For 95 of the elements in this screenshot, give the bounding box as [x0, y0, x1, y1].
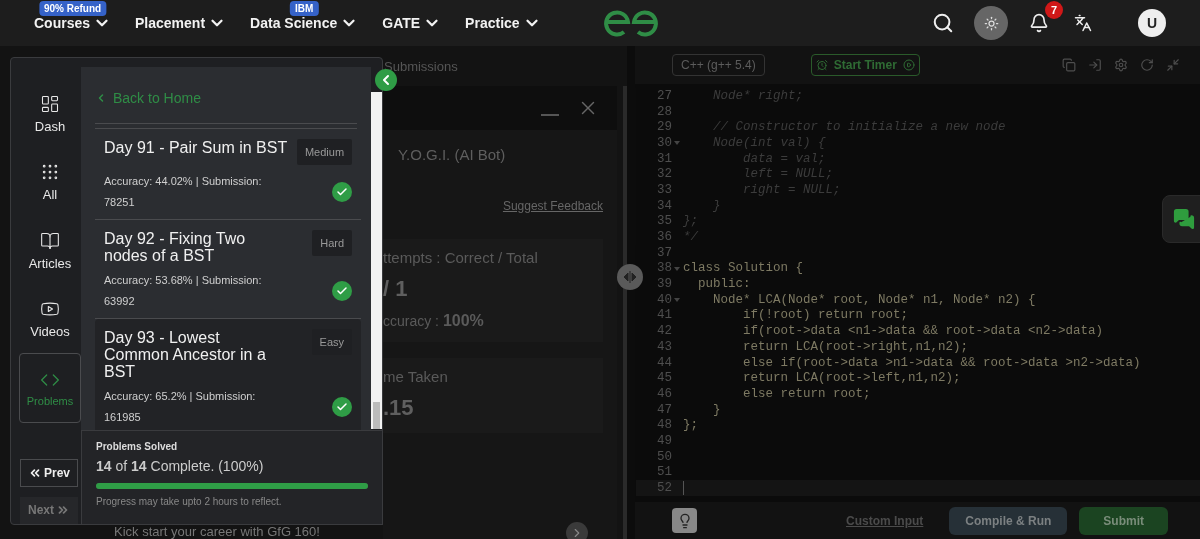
chat-button[interactable]: [1162, 195, 1200, 243]
line-number: 28: [656, 104, 672, 119]
play-icon: [902, 59, 915, 71]
import-icon[interactable]: [1088, 58, 1102, 72]
card-value: .15: [383, 395, 415, 421]
theme-toggle[interactable]: [974, 6, 1008, 40]
progress-title: Problems Solved: [96, 441, 179, 452]
code-line: }: [712, 198, 721, 213]
fold-icon[interactable]: [674, 298, 680, 303]
sidebar-item[interactable]: Videos: [19, 284, 81, 354]
line-number: 51: [656, 465, 672, 480]
problem-stats: Accuracy: 44.02% | Submission: 78251: [104, 174, 263, 210]
line-number: 35: [656, 214, 672, 229]
line-number: 52: [656, 481, 672, 496]
line-number: 27: [656, 88, 672, 103]
line-number: 40: [656, 292, 672, 307]
line-number: 46: [656, 386, 672, 401]
chat-icon: [1173, 208, 1195, 230]
code-line: */: [683, 230, 698, 245]
line-number: 41: [656, 308, 672, 323]
line-number: 30: [656, 135, 672, 150]
card-sub: ccuracy : 100%: [383, 312, 485, 330]
code-line: class Solution {: [683, 261, 804, 276]
line-number: 29: [656, 120, 672, 135]
play-icon: [40, 299, 60, 319]
line-number: 45: [656, 371, 672, 386]
line-number: 42: [656, 324, 672, 339]
code-line: Node* LCA(Node* root, Node* n1, Node* n2) {: [712, 292, 1036, 307]
line-number: 39: [656, 277, 672, 292]
difficulty-tag: Hard: [312, 230, 353, 256]
nav-menu[interactable]: Placement: [135, 14, 227, 32]
code-line: if(root->data <n1->data && root->data <n2->data): [742, 324, 1104, 339]
problem-item[interactable]: Day 91 - Pair Sum in BST Medium Accuracy: 44.02% | Submission: 78251: [95, 129, 362, 220]
code-line: return LCA(root->left,n1,n2);: [742, 371, 961, 386]
line-number: 48: [656, 418, 672, 433]
reset-icon[interactable]: [1140, 58, 1154, 72]
notification-count: 7: [1045, 1, 1063, 19]
alarm-clock-icon: [815, 59, 828, 71]
code-line: else if(root->data >n1->data && root->data >n2->data): [742, 355, 1141, 370]
dashboard-icon: [40, 94, 60, 115]
code-line: };: [683, 214, 698, 229]
line-number: 36: [656, 230, 672, 245]
fold-icon[interactable]: [674, 266, 680, 271]
nav-menu[interactable]: Courses: [34, 14, 112, 32]
code-line: public:: [697, 277, 751, 292]
line-number: 50: [656, 449, 672, 464]
nav-badge: 90% Refund: [38, 1, 107, 16]
code-line: if(!root) return root;: [742, 308, 909, 323]
sidebar-item[interactable]: All: [19, 148, 81, 217]
problem-title: Day 92 - Fixing Two nodes of a BST: [104, 230, 247, 264]
bot-title: Y.O.G.I. (AI Bot): [397, 145, 507, 163]
card-label: ttempts : Correct / Total: [383, 249, 539, 266]
collapse-icon[interactable]: [1166, 58, 1180, 72]
card-label: me Taken: [383, 368, 449, 385]
difficulty-tag: Medium: [296, 139, 353, 165]
code-line: else return root;: [742, 386, 871, 401]
card-value: / 1: [383, 276, 409, 302]
prev-button[interactable]: Prev: [20, 459, 78, 487]
banner-text: Kick start your career with GfG 160!: [114, 525, 320, 538]
line-number: 47: [656, 402, 672, 417]
line-number: 37: [656, 245, 672, 260]
difficulty-tag: Easy: [311, 329, 353, 355]
sidebar-item[interactable]: Dash: [19, 80, 81, 149]
line-number: 38: [656, 261, 672, 276]
line-number: 44: [656, 355, 672, 370]
line-number: 32: [656, 167, 672, 182]
sun-icon: [983, 15, 999, 31]
nav-menu[interactable]: Practice: [465, 14, 541, 32]
scrollbar[interactable]: [371, 92, 382, 429]
progress-summary: 14 of 14 Complete. (100%): [96, 458, 265, 474]
book-icon: [40, 230, 60, 251]
collapse-button[interactable]: [375, 69, 397, 91]
line-number: 33: [656, 182, 672, 197]
problem-stats: Accuracy: 53.68% | Submission: 63992: [104, 273, 263, 309]
fold-icon[interactable]: [674, 141, 680, 146]
line-number: 49: [656, 433, 672, 448]
problem-stats: Accuracy: 65.2% | Submission: 161985: [104, 389, 257, 425]
hint-button[interactable]: [672, 508, 697, 533]
line-number: 34: [656, 198, 672, 213]
problem-title: Day 91 - Pair Sum in BST: [104, 139, 288, 156]
line-number: 43: [656, 339, 672, 354]
nav-menu[interactable]: GATE: [382, 14, 442, 32]
user-avatar[interactable]: U: [1138, 9, 1166, 37]
nav-badge: IBM: [290, 1, 319, 16]
progress-note: Progress may take upto 2 hours to reflect.: [96, 496, 283, 507]
nav-menu[interactable]: Data Science: [250, 14, 359, 32]
code-line: }: [712, 402, 721, 417]
problem-title: Day 93 - Lowest Common Ancestor in a BST: [104, 329, 267, 380]
settings-icon[interactable]: [1114, 58, 1128, 72]
code-line: return LCA(root->right,n1,n2);: [742, 339, 969, 354]
sidebar-item[interactable]: Problems: [19, 353, 81, 424]
code-line: };: [683, 418, 698, 433]
copy-icon[interactable]: [1062, 58, 1076, 72]
sidebar-item[interactable]: Articles: [19, 216, 81, 285]
line-number: 31: [656, 151, 672, 166]
